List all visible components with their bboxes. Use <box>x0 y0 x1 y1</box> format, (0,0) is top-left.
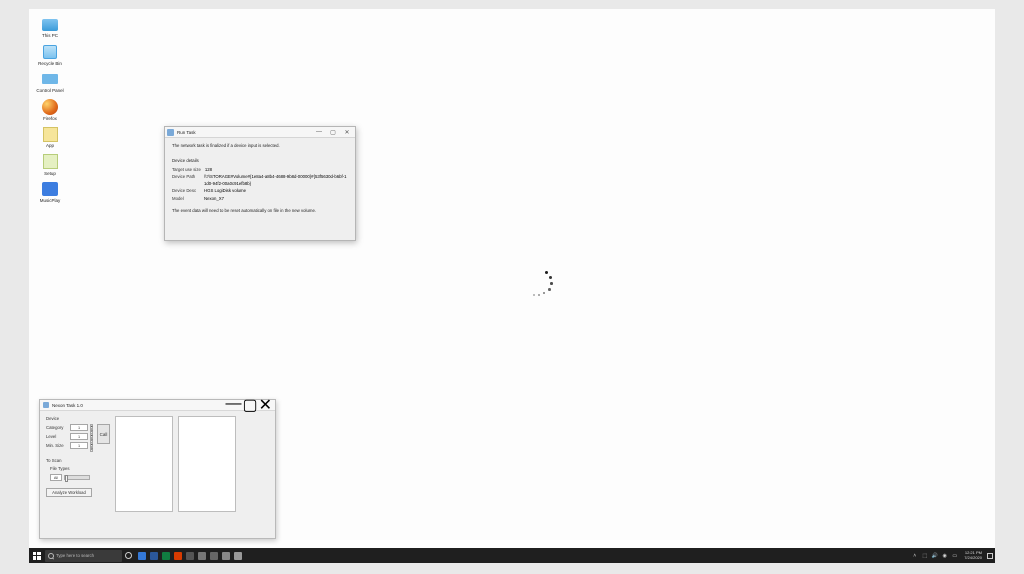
tray-network-icon[interactable]: ⬚ <box>921 552 928 559</box>
start-button[interactable] <box>29 548 44 563</box>
window-title: Nexon Task 1.0 <box>52 403 225 408</box>
section-scan-label: To Scan <box>46 458 110 463</box>
dialog-title: Run Task <box>177 130 313 135</box>
minimize-button[interactable]: — <box>225 395 241 415</box>
analyze-button[interactable]: Analyze Workload <box>46 488 92 497</box>
pinned-apps <box>136 548 244 563</box>
dialog-body: The network task is finalized if a devic… <box>165 138 355 220</box>
notification-icon <box>987 553 993 559</box>
control-panel-icon <box>41 70 59 88</box>
preview-panel-1 <box>115 416 173 512</box>
value-model: Nexon_X7 <box>204 196 224 202</box>
icon-label: App <box>46 144 54 149</box>
file-types-label: File Types <box>50 466 72 471</box>
window-body: Device Category1▴▾ Level1▴▾ Min. Size1▴▾… <box>40 411 275 538</box>
pinned-app-8[interactable] <box>220 548 232 563</box>
label-target-size: Target use size <box>172 167 201 173</box>
pinned-app-6[interactable] <box>196 548 208 563</box>
category-stepper[interactable]: ▴▾ <box>90 424 93 431</box>
pinned-app-9[interactable] <box>232 548 244 563</box>
loading-spinner-icon <box>528 271 554 297</box>
pinned-app-4[interactable] <box>172 548 184 563</box>
label-device-path: Device Path <box>172 174 200 187</box>
desktop-icon-recycle-bin[interactable]: Recycle Bin <box>35 43 65 67</box>
pinned-app-7[interactable] <box>208 548 220 563</box>
icon-label: Firefox <box>43 117 57 122</box>
tray-battery-icon[interactable]: ▭ <box>951 552 958 559</box>
desktop-icon-this-pc[interactable]: This PC <box>35 15 65 39</box>
system-tray: ˄ ⬚ 🔊 ◉ ▭ <box>911 552 961 559</box>
firefox-icon <box>41 98 59 116</box>
run-task-dialog: Run Task — ▢ ✕ The network task is final… <box>164 126 356 241</box>
desktop-icon-musicplay[interactable]: MusicPlay <box>35 180 65 204</box>
level-label: Level <box>46 434 68 439</box>
desktop-icon-firefox[interactable]: Firefox <box>35 98 65 122</box>
pinned-app-3[interactable] <box>160 548 172 563</box>
search-icon <box>48 553 54 559</box>
taskbar-clock[interactable]: 12:21 PM 7/24/2020 <box>961 551 985 560</box>
dialog-section-heading: Device details <box>172 158 348 164</box>
section-device-label: Device <box>46 416 110 421</box>
setup-icon <box>41 153 59 171</box>
window-app-icon <box>43 402 49 408</box>
tray-chevron-up-icon[interactable]: ˄ <box>911 552 918 559</box>
search-placeholder: Type here to search <box>56 553 94 558</box>
value-device-desc: HGS LogiDisk volume <box>204 188 246 194</box>
level-stepper[interactable]: ▴▾ <box>90 433 93 440</box>
close-button[interactable]: ✕ <box>259 395 272 415</box>
value-device-path: \\?\STORAGE#Volume#{1e8a4-a8b4-4688-9b8d… <box>204 174 348 187</box>
icon-label: Control Panel <box>36 89 63 94</box>
label-model: Model <box>172 196 200 202</box>
min-size-stepper[interactable]: ▴▾ <box>90 442 93 449</box>
left-controls: Device Category1▴▾ Level1▴▾ Min. Size1▴▾… <box>46 416 110 533</box>
min-size-label: Min. Size <box>46 443 68 448</box>
category-input[interactable]: 1 <box>70 424 88 431</box>
close-button[interactable]: ✕ <box>341 128 353 136</box>
pinned-app-2[interactable] <box>148 548 160 563</box>
icon-label: Recycle Bin <box>38 62 62 67</box>
icon-label: MusicPlay <box>40 199 61 204</box>
pinned-app-5[interactable] <box>184 548 196 563</box>
file-types-slider[interactable] <box>64 475 90 480</box>
tray-wifi-icon[interactable]: ◉ <box>941 552 948 559</box>
app-icon <box>41 125 59 143</box>
file-types-value[interactable]: All <box>50 474 62 481</box>
preview-panel-2 <box>178 416 236 512</box>
taskbar-search[interactable]: Type here to search <box>45 550 122 562</box>
window-titlebar[interactable]: Nexon Task 1.0 — ▢ ✕ <box>40 400 275 411</box>
label-device-desc: Device Desc <box>172 188 200 194</box>
task-view-icon <box>125 552 132 559</box>
desktop-icon-control-panel[interactable]: Control Panel <box>35 70 65 94</box>
desktop-icon-setup[interactable]: Setup <box>35 153 65 177</box>
icon-label: This PC <box>42 34 58 39</box>
icon-label: Setup <box>44 172 56 177</box>
action-center-button[interactable] <box>985 548 995 563</box>
computer-icon <box>41 15 59 33</box>
recycle-bin-icon <box>41 43 59 61</box>
pinned-app-1[interactable] <box>136 548 148 563</box>
dialog-intro-text: The network task is finalized if a devic… <box>172 143 348 149</box>
maximize-button[interactable]: ▢ <box>327 128 339 136</box>
dialog-footer-text: The event data will need to be reset aut… <box>172 208 348 214</box>
nexon-task-window: Nexon Task 1.0 — ▢ ✕ Device Category1▴▾ … <box>39 399 276 539</box>
tray-volume-icon[interactable]: 🔊 <box>931 552 938 559</box>
minimize-button[interactable]: — <box>313 128 325 136</box>
category-label: Category <box>46 425 68 430</box>
dialog-app-icon <box>167 129 174 136</box>
dialog-titlebar[interactable]: Run Task — ▢ ✕ <box>165 127 355 138</box>
desktop-icons: This PC Recycle Bin Control Panel Firefo… <box>35 15 65 204</box>
desktop-area: This PC Recycle Bin Control Panel Firefo… <box>29 9 995 563</box>
taskbar: Type here to search ˄ ⬚ 🔊 ◉ ▭ 12:21 PM 7… <box>29 548 995 563</box>
maximize-button[interactable]: ▢ <box>242 395 257 415</box>
min-size-input[interactable]: 1 <box>70 442 88 449</box>
level-input[interactable]: 1 <box>70 433 88 440</box>
clock-date: 7/24/2020 <box>964 556 982 560</box>
call-button[interactable]: Call <box>97 424 110 444</box>
task-view-button[interactable] <box>122 548 134 563</box>
desktop-icon-app[interactable]: App <box>35 125 65 149</box>
windows-logo-icon <box>33 552 41 560</box>
music-icon <box>41 180 59 198</box>
value-target-size: 128 <box>205 167 212 173</box>
